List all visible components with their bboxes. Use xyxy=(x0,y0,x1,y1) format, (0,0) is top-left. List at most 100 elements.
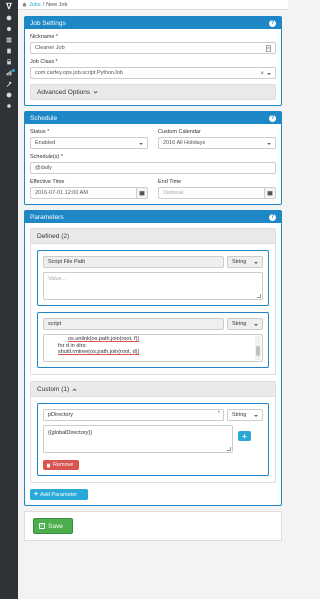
advanced-options-toggle[interactable]: Advanced Options xyxy=(30,84,276,100)
parameter-item: Script File Path String Value... xyxy=(37,250,269,306)
save-button[interactable]: ✓ Save xyxy=(33,518,73,534)
scrollbar[interactable] xyxy=(255,336,261,360)
sidebar-item-security[interactable] xyxy=(0,56,18,67)
value-placeholder: Value... xyxy=(48,276,67,282)
breadcrumb-current: New Job xyxy=(46,1,68,8)
advanced-options-label: Advanced Options xyxy=(37,88,91,96)
clipboard-icon[interactable] xyxy=(265,45,272,52)
plus-icon: + xyxy=(34,491,39,498)
parameter-value-textarea[interactable]: Value... xyxy=(43,272,263,300)
custom-parameters-section: Custom (1) pDirectory * String {{globalD… xyxy=(30,381,276,483)
resize-handle[interactable] xyxy=(257,294,261,298)
settings-icon xyxy=(7,103,11,108)
cog-icon xyxy=(6,26,12,31)
job-settings-header: Job Settings ? xyxy=(25,17,281,29)
main-content: Job Settings ? Nickname * Cleaner Job Jo… xyxy=(18,10,288,541)
parameter-type-select: String xyxy=(227,256,263,268)
parameter-type-select: String xyxy=(227,318,263,330)
schedules-value: @daily xyxy=(35,165,52,171)
code-line: os.unlink(os.path.join(root, f)) xyxy=(68,336,140,342)
parameter-name: script xyxy=(43,318,224,330)
check-icon: ✓ xyxy=(39,523,45,529)
sidebar-item-tools[interactable] xyxy=(0,78,18,89)
remove-parameter-button[interactable]: Remove xyxy=(43,460,79,470)
chevron-down-icon xyxy=(254,261,258,264)
home-icon[interactable] xyxy=(22,2,27,7)
end-time-placeholder: Optional xyxy=(163,190,184,196)
gear-icon xyxy=(6,15,12,20)
save-label: Save xyxy=(48,522,63,530)
code-line: shutil.rmtree(os.path.join(root, d)) xyxy=(58,349,140,355)
end-time-label: End Time xyxy=(158,179,182,185)
help-icon[interactable]: ? xyxy=(269,114,276,122)
help-icon[interactable]: ? xyxy=(269,19,276,27)
script-code-textarea[interactable]: os.unlink(os.path.join(root, f)) for d i… xyxy=(43,334,263,362)
chevron-down-icon xyxy=(254,414,258,417)
sidebar: ᐁ xyxy=(0,0,18,599)
sidebar-item-info[interactable] xyxy=(0,89,18,100)
nickname-input[interactable]: Cleaner Job xyxy=(30,42,276,54)
panel-title: Job Settings xyxy=(30,19,66,27)
calendar-select[interactable]: 2016 All Holidays xyxy=(158,137,276,149)
calendar-button[interactable] xyxy=(265,187,276,199)
custom-parameter-type-select[interactable]: String xyxy=(227,409,263,421)
calendar-icon xyxy=(139,191,145,196)
job-class-select[interactable]: com.carfey.ops.job.script.PythonJob × xyxy=(30,67,276,79)
add-parameter-label: Add Parameter xyxy=(40,491,78,498)
calendar-icon xyxy=(267,191,273,196)
breadcrumb-jobs-link[interactable]: Jobs xyxy=(29,2,41,8)
list-icon xyxy=(6,37,12,42)
status-value: Enabled xyxy=(35,140,56,146)
schedules-label: Schedule(s) * xyxy=(30,154,64,160)
help-icon[interactable]: ? xyxy=(269,213,276,221)
panel-title: Parameters xyxy=(30,213,64,221)
chevron-up-icon xyxy=(72,388,77,391)
chevron-down-icon xyxy=(139,142,143,145)
document-icon xyxy=(7,48,11,53)
effective-time-label: Effective Time xyxy=(30,179,65,185)
add-value-button[interactable]: + xyxy=(238,431,251,441)
add-parameter-button[interactable]: + Add Parameter xyxy=(30,489,88,500)
trash-icon xyxy=(46,463,51,467)
breadcrumb: Jobs / New Job xyxy=(18,0,288,10)
parameter-item: script String os.unlink(os.path.join(roo… xyxy=(37,312,269,368)
calendar-value: 2016 All Holidays xyxy=(163,140,206,146)
sidebar-item-list[interactable] xyxy=(0,34,18,45)
resize-handle[interactable] xyxy=(227,447,231,451)
notification-badge xyxy=(12,69,15,72)
sidebar-item-settings[interactable] xyxy=(0,23,18,34)
parameter-name: Script File Path xyxy=(43,256,224,268)
schedules-input[interactable]: @daily xyxy=(30,162,276,174)
calendar-button[interactable] xyxy=(137,187,148,199)
schedule-panel: Schedule ? Status * Enabled Custom Calen… xyxy=(24,111,282,205)
custom-parameter-value-textarea[interactable]: {{globalDirectory}} xyxy=(43,425,233,453)
custom-parameter-name-input[interactable]: pDirectory * xyxy=(43,409,224,421)
status-select[interactable]: Enabled xyxy=(30,137,148,149)
nickname-label: Nickname * xyxy=(30,34,59,40)
clear-icon[interactable]: × xyxy=(260,71,264,77)
chevron-down-icon xyxy=(267,72,271,75)
effective-time-input[interactable]: 2016-07-01 12:00 AM xyxy=(30,187,137,199)
app-logo[interactable]: ᐁ xyxy=(0,0,18,12)
sidebar-item-documents[interactable] xyxy=(0,45,18,56)
job-settings-panel: Job Settings ? Nickname * Cleaner Job Jo… xyxy=(24,16,282,106)
sidebar-item-config[interactable] xyxy=(0,100,18,111)
defined-parameters-section: Defined (2) Script File Path String Valu… xyxy=(30,228,276,375)
lock-icon xyxy=(7,58,11,64)
panel-title: Schedule xyxy=(30,114,58,122)
parameters-panel: Parameters ? Defined (2) Script File Pat… xyxy=(24,210,282,506)
sidebar-item-reports[interactable] xyxy=(0,67,18,78)
breadcrumb-separator: / xyxy=(42,1,45,8)
sidebar-item-dashboard[interactable] xyxy=(0,12,18,23)
calendar-label: Custom Calendar xyxy=(158,129,201,135)
chevron-down-icon xyxy=(93,90,98,93)
required-marker: * xyxy=(217,411,220,417)
info-icon xyxy=(6,92,12,97)
custom-parameters-header[interactable]: Custom (1) xyxy=(31,382,275,397)
scrollbar-thumb[interactable] xyxy=(256,346,260,356)
remove-label: Remove xyxy=(53,462,74,468)
end-time-input[interactable]: Optional xyxy=(158,187,265,199)
save-bar: ✓ Save xyxy=(24,511,282,541)
defined-parameters-header[interactable]: Defined (2) xyxy=(31,229,275,244)
wrench-icon xyxy=(6,81,12,87)
